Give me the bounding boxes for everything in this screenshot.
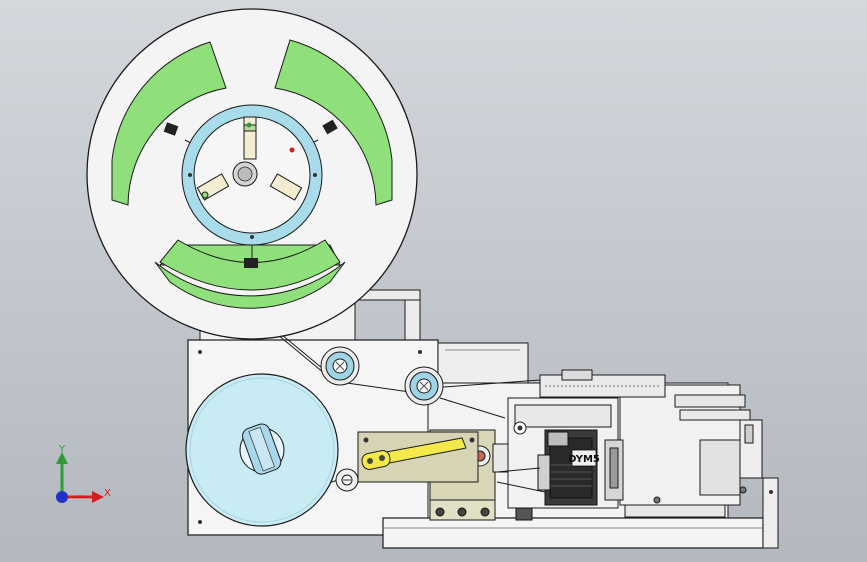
x-axis-arrowhead <box>92 491 104 503</box>
stepper-motor <box>537 429 624 506</box>
dancer-arm <box>357 431 479 483</box>
x-axis-label: X <box>104 488 111 499</box>
rewind-roll <box>185 373 339 527</box>
motor-label-plate: DYM5 <box>568 449 600 467</box>
labeling-machine-drawing: DYM5 Y X <box>56 8 779 549</box>
guide-roller-1 <box>320 346 360 386</box>
cad-viewport[interactable]: DYM5 Y X <box>0 0 867 562</box>
axis-triad[interactable]: Y X <box>56 444 111 503</box>
reel-hub <box>181 104 323 246</box>
motor-label: DYM5 <box>568 454 600 465</box>
guide-roller-3 <box>335 468 359 492</box>
guide-roller-2 <box>404 366 444 406</box>
z-axis-dot <box>56 491 68 503</box>
y-axis-label: Y <box>58 444 66 455</box>
